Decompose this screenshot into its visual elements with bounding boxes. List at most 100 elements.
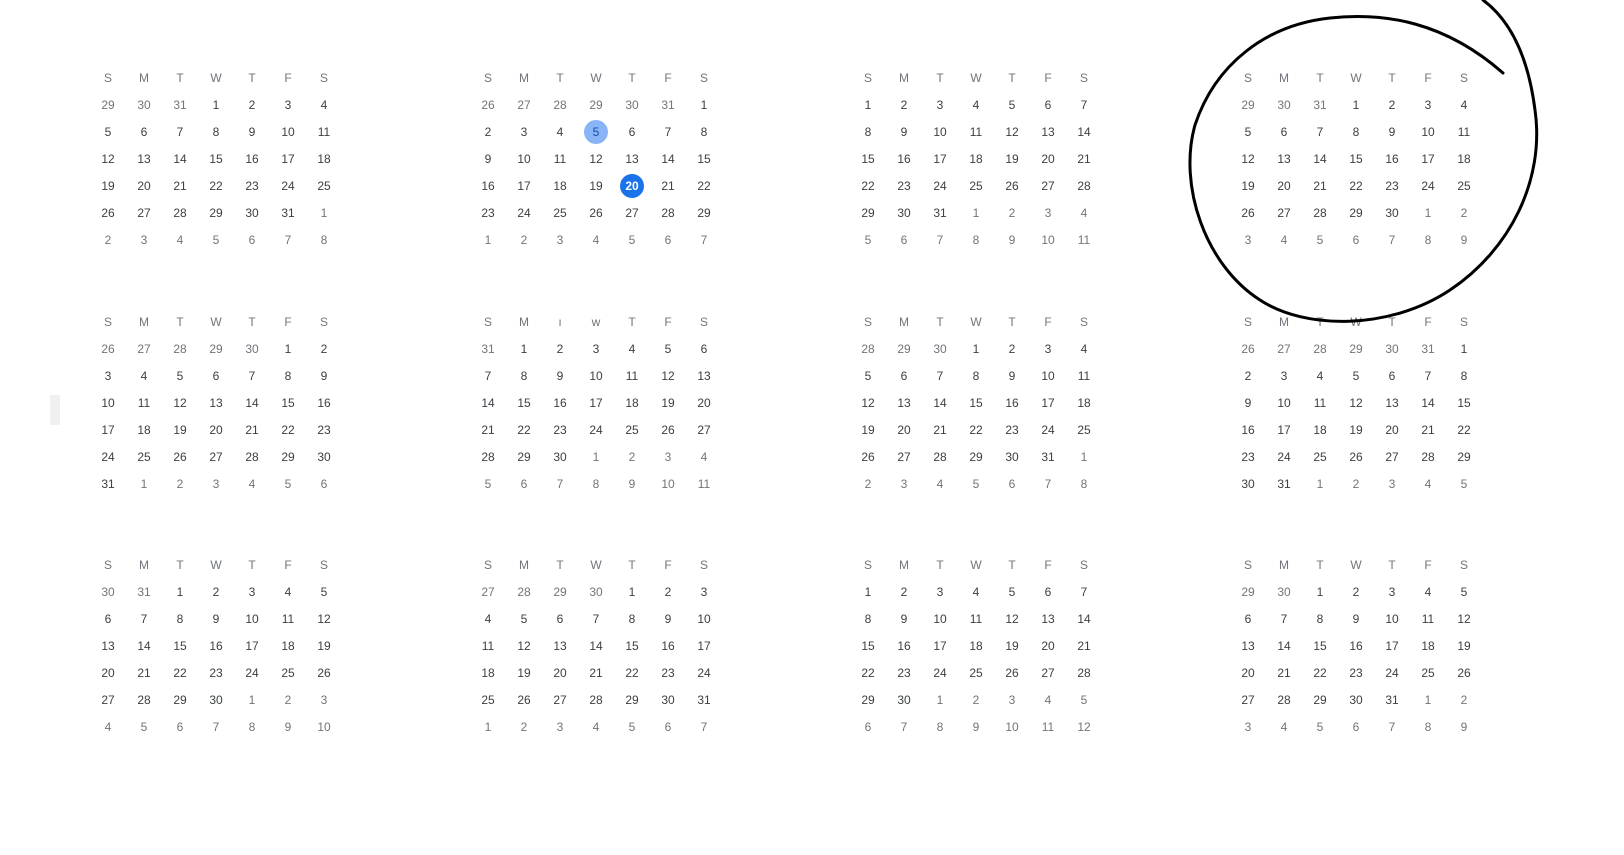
day-cell[interactable]: 9	[476, 147, 500, 171]
day-cell[interactable]: 13	[132, 147, 156, 171]
day-cell[interactable]: 28	[1272, 688, 1296, 712]
day-cell[interactable]: 21	[1272, 661, 1296, 685]
day-cell[interactable]: 2	[204, 580, 228, 604]
day-cell[interactable]: 31	[1416, 337, 1440, 361]
day-cell[interactable]: 20	[692, 391, 716, 415]
day-cell[interactable]: 25	[1452, 174, 1476, 198]
day-cell[interactable]: 14	[132, 634, 156, 658]
day-cell[interactable]: 5	[96, 120, 120, 144]
day-cell[interactable]: 3	[1236, 228, 1260, 252]
day-cell[interactable]: 26	[312, 661, 336, 685]
day-cell[interactable]: 23	[656, 661, 680, 685]
day-cell[interactable]: 5	[1452, 472, 1476, 496]
day-cell[interactable]: 29	[512, 445, 536, 469]
day-cell[interactable]: 13	[892, 391, 916, 415]
day-cell[interactable]: 15	[168, 634, 192, 658]
day-cell[interactable]: 6	[240, 228, 264, 252]
day-cell[interactable]: 25	[1416, 661, 1440, 685]
day-cell[interactable]: 2	[964, 688, 988, 712]
day-cell[interactable]: 1	[1308, 580, 1332, 604]
day-cell[interactable]: 3	[1416, 93, 1440, 117]
day-cell[interactable]: 1	[512, 337, 536, 361]
day-cell[interactable]: 1	[476, 228, 500, 252]
day-cell[interactable]: 9	[312, 364, 336, 388]
day-cell[interactable]: 8	[1072, 472, 1096, 496]
day-cell[interactable]: 9	[1000, 228, 1024, 252]
day-cell[interactable]: 11	[312, 120, 336, 144]
day-cell[interactable]: 1	[584, 445, 608, 469]
day-cell[interactable]: 3	[132, 228, 156, 252]
day-cell[interactable]: 21	[132, 661, 156, 685]
day-cell[interactable]: 14	[476, 391, 500, 415]
day-cell[interactable]: 16	[240, 147, 264, 171]
day-cell[interactable]: 1	[276, 337, 300, 361]
day-cell[interactable]: 3	[1272, 364, 1296, 388]
day-cell[interactable]: 7	[168, 120, 192, 144]
day-cell[interactable]: 3	[656, 445, 680, 469]
day-cell[interactable]: 22	[856, 661, 880, 685]
day-cell[interactable]: 1	[1416, 688, 1440, 712]
day-cell[interactable]: 1	[692, 93, 716, 117]
day-cell[interactable]: 2	[1344, 580, 1368, 604]
day-cell[interactable]: 2	[892, 580, 916, 604]
day-cell[interactable]: 12	[1344, 391, 1368, 415]
day-cell[interactable]: 13	[1236, 634, 1260, 658]
day-cell[interactable]: 23	[476, 201, 500, 225]
day-cell[interactable]: 7	[132, 607, 156, 631]
day-cell[interactable]: 18	[964, 147, 988, 171]
day-cell[interactable]: 9	[964, 715, 988, 739]
day-cell[interactable]: 3	[512, 120, 536, 144]
day-cell[interactable]: 30	[132, 93, 156, 117]
day-cell[interactable]: 22	[1344, 174, 1368, 198]
day-cell[interactable]: 7	[1380, 228, 1404, 252]
day-cell[interactable]: 7	[548, 472, 572, 496]
day-cell[interactable]: 17	[928, 634, 952, 658]
day-cell[interactable]: 3	[1380, 580, 1404, 604]
day-cell[interactable]: 7	[1036, 472, 1060, 496]
day-cell[interactable]: 3	[548, 228, 572, 252]
day-cell[interactable]: 13	[96, 634, 120, 658]
day-cell[interactable]: 6	[620, 120, 644, 144]
day-cell[interactable]: 3	[928, 580, 952, 604]
today-day[interactable]: 20	[620, 173, 644, 198]
day-cell[interactable]: 18	[1308, 418, 1332, 442]
day-cell[interactable]: 6	[312, 472, 336, 496]
day-cell[interactable]: 4	[964, 580, 988, 604]
day-cell[interactable]: 11	[1072, 228, 1096, 252]
day-cell[interactable]: 8	[964, 228, 988, 252]
day-cell[interactable]: 30	[96, 580, 120, 604]
day-cell[interactable]: 1	[168, 580, 192, 604]
day-cell[interactable]: 29	[1452, 445, 1476, 469]
day-cell[interactable]: 27	[96, 688, 120, 712]
day-cell[interactable]: 8	[584, 472, 608, 496]
day-cell[interactable]: 18	[548, 174, 572, 198]
day-cell[interactable]: 29	[584, 93, 608, 117]
day-cell[interactable]: 14	[1272, 634, 1296, 658]
day-cell[interactable]: 6	[168, 715, 192, 739]
day-cell[interactable]: 4	[692, 445, 716, 469]
day-cell[interactable]: 29	[1344, 337, 1368, 361]
day-cell[interactable]: 18	[132, 418, 156, 442]
day-cell[interactable]: 28	[1308, 201, 1332, 225]
day-cell[interactable]: 27	[1236, 688, 1260, 712]
day-cell[interactable]: 27	[548, 688, 572, 712]
day-cell[interactable]: 21	[1308, 174, 1332, 198]
day-cell[interactable]: 13	[1272, 147, 1296, 171]
day-cell[interactable]: 4	[548, 120, 572, 144]
day-cell[interactable]: 31	[1036, 445, 1060, 469]
day-cell[interactable]: 3	[312, 688, 336, 712]
day-cell[interactable]: 1	[1072, 445, 1096, 469]
day-cell[interactable]: 14	[1416, 391, 1440, 415]
day-cell[interactable]: 28	[856, 337, 880, 361]
day-cell[interactable]: 7	[1380, 715, 1404, 739]
day-cell[interactable]: 6	[548, 607, 572, 631]
day-cell[interactable]: 7	[928, 364, 952, 388]
day-cell[interactable]: 6	[132, 120, 156, 144]
day-cell[interactable]: 5	[1000, 93, 1024, 117]
selected-day[interactable]: 5	[584, 119, 608, 144]
day-cell[interactable]: 26	[96, 201, 120, 225]
day-cell[interactable]: 8	[1344, 120, 1368, 144]
day-cell[interactable]: 1	[204, 93, 228, 117]
day-cell[interactable]: 15	[276, 391, 300, 415]
day-cell[interactable]: 27	[476, 580, 500, 604]
